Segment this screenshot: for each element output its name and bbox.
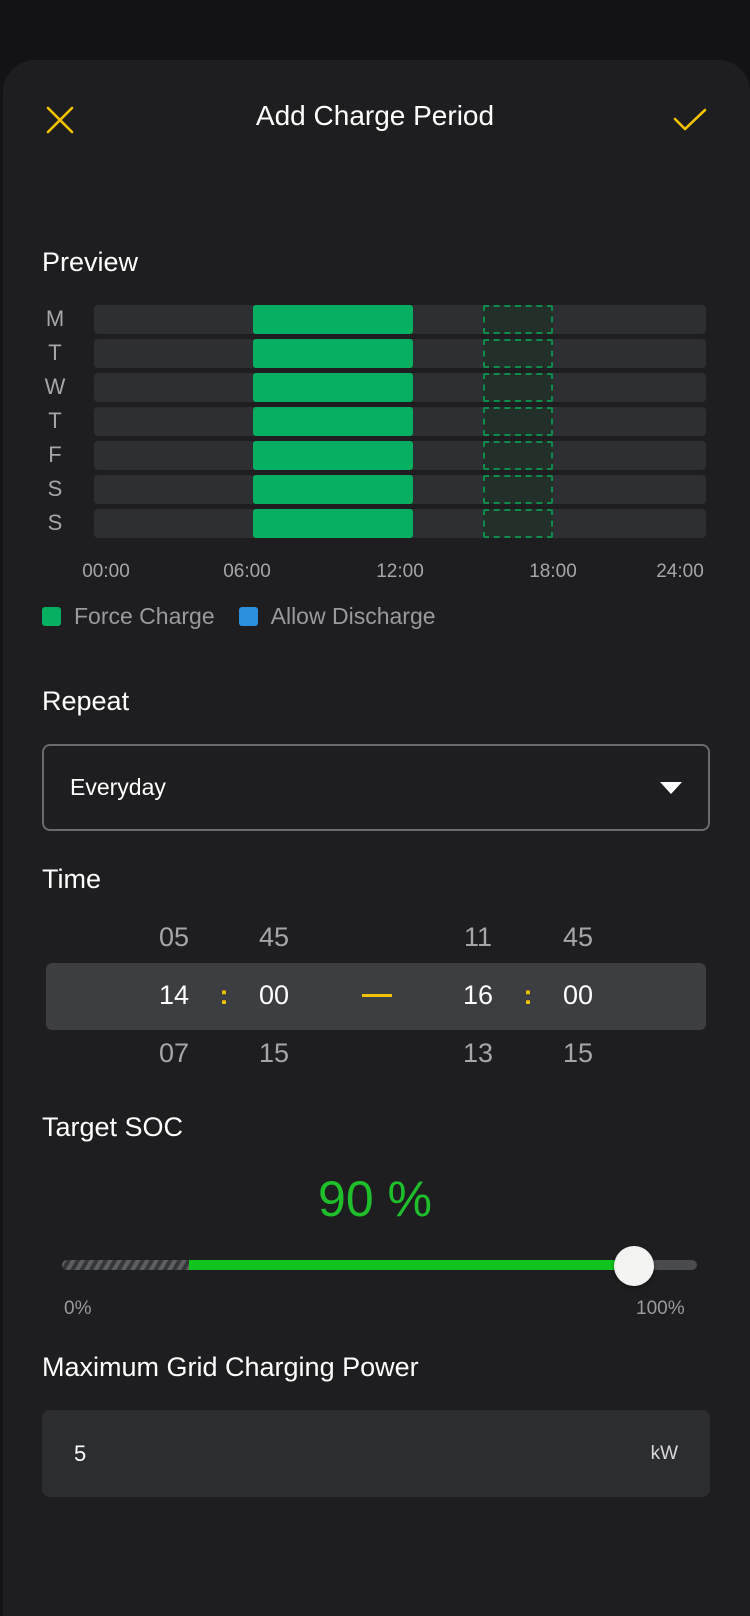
- force-charge-bar: [253, 407, 413, 436]
- caret-down-icon: [660, 781, 682, 794]
- max-power-input[interactable]: 5 kW: [42, 1410, 710, 1497]
- day-label: F: [48, 442, 62, 467]
- legend-item-allow-discharge: Allow Discharge: [238, 603, 436, 630]
- force-charge-bar: [253, 305, 413, 334]
- slider-min-limit-zone: [62, 1260, 189, 1270]
- day-label: T: [48, 408, 62, 433]
- legend-swatch-force-charge: [42, 607, 61, 626]
- force-charge-bar: [253, 373, 413, 402]
- target-soc-value: 90 %: [318, 1171, 432, 1227]
- new-period-bar: [482, 475, 553, 504]
- confirm-button[interactable]: [668, 98, 712, 142]
- time-title: Time: [42, 864, 101, 894]
- time-tick-label: 18:00: [529, 561, 577, 582]
- target-soc-title: Target SOC: [42, 1112, 184, 1142]
- time-tick-label: 06:00: [223, 561, 271, 582]
- new-period-bar: [482, 339, 553, 368]
- start-hour-prev[interactable]: 05: [139, 922, 209, 953]
- new-period-bar: [482, 305, 553, 334]
- end-minute-prev[interactable]: 45: [543, 922, 613, 953]
- force-charge-bar: [253, 441, 413, 470]
- slider-min-label: 0%: [64, 1298, 92, 1319]
- time-tick-label: 12:00: [376, 561, 424, 582]
- legend-label-allow-discharge: Allow Discharge: [270, 603, 436, 629]
- preview-title: Preview: [42, 247, 139, 277]
- end-minute-wheel[interactable]: 00: [543, 980, 613, 1011]
- day-label: W: [44, 374, 66, 399]
- day-label: S: [47, 476, 63, 501]
- new-period-bar: [482, 407, 553, 436]
- slider-max-label: 100%: [636, 1298, 685, 1319]
- legend-item-force-charge: Force Charge: [42, 603, 215, 630]
- max-power-title: Maximum Grid Charging Power: [42, 1352, 419, 1382]
- time-tick-label: 24:00: [656, 561, 704, 582]
- legend-swatch-allow-discharge: [238, 607, 258, 626]
- end-hour-prev[interactable]: 11: [443, 922, 513, 953]
- max-power-unit: kW: [650, 1442, 678, 1464]
- day-label: T: [48, 340, 62, 365]
- start-hour-next[interactable]: 07: [139, 1038, 209, 1069]
- repeat-dropdown[interactable]: Everyday: [42, 744, 710, 831]
- start-minute-wheel[interactable]: 00: [239, 980, 309, 1011]
- repeat-title: Repeat: [42, 686, 130, 716]
- new-period-bar: [482, 373, 553, 402]
- force-charge-bar: [253, 475, 413, 504]
- checkmark-icon: [673, 108, 707, 131]
- slider-thumb[interactable]: [613, 1246, 654, 1286]
- start-minute-prev[interactable]: 45: [239, 922, 309, 953]
- slider-fill: [189, 1260, 634, 1270]
- time-range-dash: [362, 994, 392, 997]
- max-power-value: 5: [74, 1440, 87, 1466]
- charge-preview-chart: M T W T F S S 00:00 06:00 12:00 18:00 24:00: [40, 305, 720, 595]
- new-period-bar: [482, 509, 553, 538]
- repeat-selected-value: Everyday: [70, 774, 166, 800]
- start-minute-next[interactable]: 15: [239, 1038, 309, 1069]
- target-soc-slider[interactable]: [62, 1246, 697, 1286]
- new-period-bar: [482, 441, 553, 470]
- page-title: Add Charge Period: [255, 100, 495, 131]
- chart-legend: Force Charge Allow Discharge: [42, 603, 460, 630]
- force-charge-bar: [253, 339, 413, 368]
- day-label: S: [47, 510, 63, 535]
- time-tick-label: 00:00: [82, 561, 130, 582]
- force-charge-bar: [253, 509, 413, 538]
- day-label: M: [45, 306, 65, 331]
- end-minute-next[interactable]: 15: [543, 1038, 613, 1069]
- legend-label-force-charge: Force Charge: [74, 603, 215, 629]
- end-hour-next[interactable]: 13: [443, 1038, 513, 1069]
